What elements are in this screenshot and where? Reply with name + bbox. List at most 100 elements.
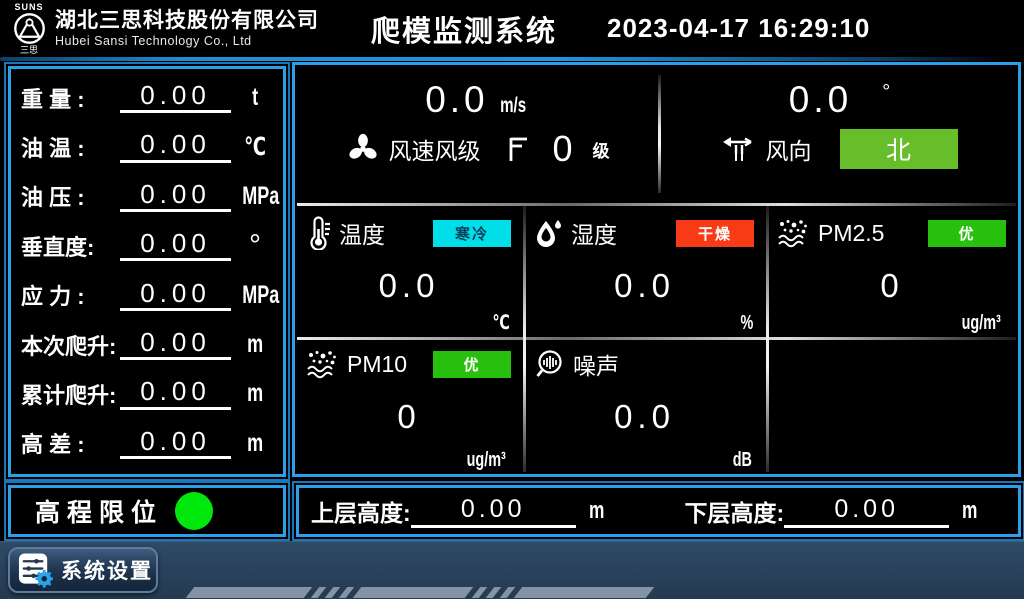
wind-speed-block: 0.0 m/s 风速风级	[295, 65, 661, 203]
reading-label: 本次爬升:	[21, 329, 120, 361]
lower-height-value: 0.00	[784, 495, 949, 528]
left-readings-panel: 重 量 : 0.00 t 油 温 : 0.00 ℃ 油 压 : 0.00 MPa…	[4, 62, 290, 481]
reading-unit: MPa	[242, 281, 279, 310]
reading-unit: °	[249, 229, 261, 262]
footer-decoration	[190, 587, 650, 598]
reading-label: 应 力 :	[21, 279, 120, 311]
logo-suns-text: SUNS	[14, 3, 43, 12]
droplet-icon	[533, 217, 563, 249]
reading-label: 高 差 :	[21, 427, 120, 459]
reading-value: 0.00	[120, 329, 231, 360]
wind-section: 0.0 m/s 风速风级	[295, 65, 1018, 203]
settings-sliders-gear-icon	[17, 551, 54, 589]
company-name-en: Hubei Sansi Technology Co., Ltd	[55, 34, 319, 48]
reading-value: 0.00	[120, 82, 231, 113]
status-badge: 寒冷	[433, 220, 511, 247]
sensor-grid: 温度 寒冷 0.0 ℃ 湿度 干燥	[295, 206, 1018, 474]
footer-bar: 系统设置	[0, 541, 1024, 599]
sensor-cell-pm25: PM2.5 优 0 ug/m³	[766, 206, 1018, 337]
header-divider	[0, 57, 1010, 61]
upper-height-label: 上层高度:	[311, 494, 411, 528]
reading-unit: MPa	[242, 182, 279, 211]
reading-unit: m	[247, 330, 263, 359]
elevation-limit-label: 高程限位	[35, 493, 163, 529]
sansi-logo-icon	[13, 12, 46, 45]
wind-speed-label: 风速风级	[388, 132, 480, 166]
thermometer-icon	[305, 216, 331, 250]
monitoring-screen: SUNS 三思 湖北三思科技股份有限公司 Hubei Sansi Technol…	[0, 0, 1024, 599]
reading-row-stress: 应 力 : 0.00 MPa	[21, 271, 275, 320]
reading-unit: t	[252, 83, 258, 112]
upper-height-group: 上层高度: 0.00 m	[299, 494, 659, 528]
reading-label: 油 压 :	[21, 180, 120, 212]
reading-row-weight: 重 量 : 0.00 t	[21, 73, 275, 122]
sensor-cell-noise: 噪声 0.0 dB	[523, 337, 766, 474]
sensor-unit: ℃	[492, 310, 509, 335]
sensor-value: 0	[776, 267, 1008, 305]
status-badge: 干燥	[676, 220, 754, 247]
logo-sansi-text: 三思	[20, 46, 38, 55]
reading-unit: m	[247, 379, 263, 408]
lower-height-unit: m	[962, 497, 977, 525]
reading-label: 油 温 :	[21, 131, 120, 163]
wind-level-icon	[506, 134, 530, 164]
system-settings-button[interactable]: 系统设置	[8, 547, 158, 593]
reading-value: 0.00	[120, 428, 231, 459]
sensor-unit: %	[741, 312, 754, 335]
lower-height-label: 下层高度:	[685, 494, 785, 528]
reading-row-current-climb: 本次爬升: 0.00 m	[21, 320, 275, 369]
reading-value: 0.00	[120, 181, 231, 212]
wind-level-unit: 级	[593, 137, 610, 162]
environment-panel: 0.0 m/s 风速风级	[292, 62, 1021, 477]
sensor-cell-pm10: PM10 优 0 ug/m³	[295, 337, 523, 474]
reading-label: 累计爬升:	[21, 378, 120, 410]
reading-unit: ℃	[244, 132, 266, 162]
wind-level-value: 0	[552, 131, 572, 167]
company-logo: SUNS 三思	[8, 3, 50, 55]
company-name: 湖北三思科技股份有限公司 Hubei Sansi Technology Co.,…	[55, 9, 319, 48]
datetime: 2023-04-17 16:29:10	[607, 13, 870, 44]
fan-icon	[346, 132, 380, 166]
status-badge: 优	[433, 351, 511, 378]
reading-value: 0.00	[120, 378, 231, 409]
wind-direction-block: 0.0 °	[661, 65, 1018, 203]
sensor-value: 0.0	[533, 398, 756, 436]
noise-icon	[533, 348, 565, 380]
layer-heights-panel: 上层高度: 0.00 m 下层高度: 0.00 m	[292, 481, 1024, 541]
wind-direction-label: 风向	[766, 132, 812, 166]
sensor-name: PM2.5	[818, 220, 884, 247]
sensor-value: 0.0	[533, 267, 756, 305]
reading-row-oil-temp: 油 温 : 0.00 ℃	[21, 122, 275, 171]
sensor-name: 噪声	[573, 347, 619, 381]
wind-speed-unit: m/s	[500, 94, 526, 118]
status-badge: 优	[928, 220, 1006, 247]
elevation-status-light	[175, 492, 213, 530]
sensor-value: 0.0	[305, 267, 513, 305]
wind-direction-unit: °	[882, 81, 890, 104]
wind-direction-value: 0.0	[789, 81, 852, 118]
header: SUNS 三思 湖北三思科技股份有限公司 Hubei Sansi Technol…	[0, 0, 1024, 57]
sensor-name: 温度	[339, 216, 385, 250]
sensor-unit: dB	[733, 449, 752, 472]
settings-button-label: 系统设置	[61, 555, 153, 585]
reading-value: 0.00	[120, 230, 231, 261]
lower-height-group: 下层高度: 0.00 m	[659, 494, 1019, 528]
reading-label: 垂直度:	[21, 230, 120, 262]
sensor-value: 0	[305, 398, 513, 436]
reading-label: 重 量 :	[21, 82, 120, 114]
sensor-name: 湿度	[571, 216, 617, 250]
reading-unit: m	[247, 429, 263, 458]
sensor-unit: ug/m³	[961, 312, 1000, 335]
reading-row-oil-pressure: 油 压 : 0.00 MPa	[21, 172, 275, 221]
sensor-cell-humidity: 湿度 干燥 0.0 %	[523, 206, 766, 337]
upper-height-unit: m	[589, 497, 604, 525]
elevation-limit-panel: 高程限位	[4, 481, 290, 541]
page-title: 爬模监测系统	[371, 8, 557, 50]
sensor-unit: ug/m³	[466, 449, 505, 472]
empty-cell	[766, 337, 1018, 474]
dust-icon	[305, 349, 339, 379]
wind-direction-badge: 北	[840, 129, 958, 169]
upper-height-value: 0.00	[411, 495, 576, 528]
company-name-cn: 湖北三思科技股份有限公司	[55, 9, 319, 32]
reading-row-verticality: 垂直度: 0.00 °	[21, 221, 275, 270]
